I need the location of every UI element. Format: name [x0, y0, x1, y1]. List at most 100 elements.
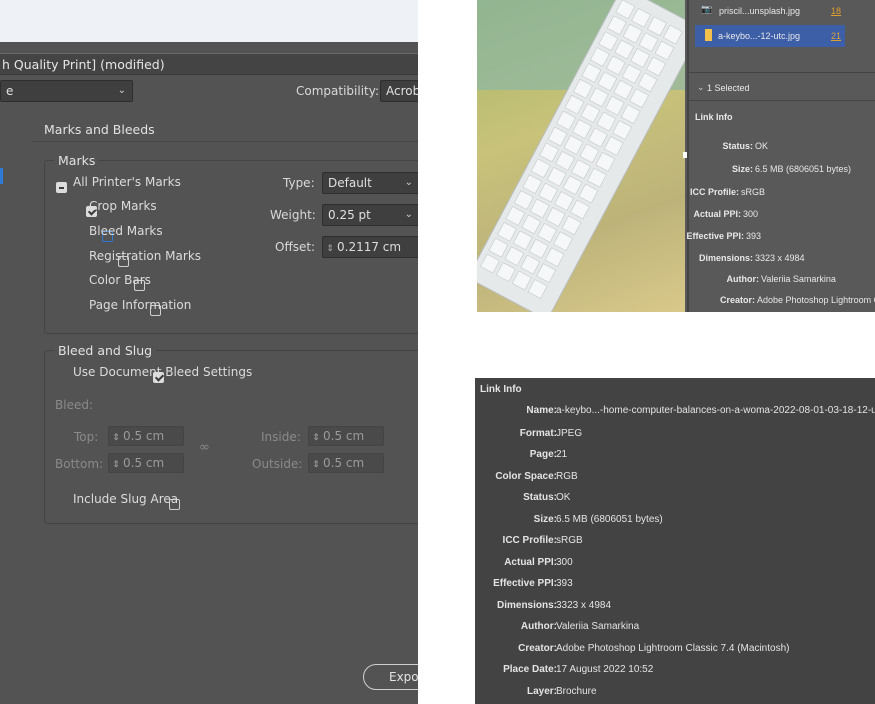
selection-count: 1 Selected — [707, 83, 750, 93]
bottom-bleed-input[interactable]: ⇕ 0.5 cm — [108, 453, 184, 473]
info-key: Name: — [526, 405, 557, 416]
weight-label: Weight: — [270, 208, 316, 222]
links-panel-screenshot: 📷 priscil...unsplash.jpg 18 a-keybo...-1… — [477, 0, 875, 312]
section-divider — [32, 141, 418, 142]
bottom-bleed-value: 0.5 cm — [123, 456, 165, 470]
info-value: sRGB — [556, 535, 583, 546]
info-value: 300 — [556, 557, 573, 568]
link-info-panel: Link Info Name: a-keybo...-home-computer… — [475, 378, 875, 704]
link-page[interactable]: 18 — [831, 6, 841, 16]
compatibility-label: Compatibility: — [296, 84, 380, 98]
link-filename: a-keybo...-12-utc.jpg — [718, 31, 801, 41]
info-key: ICC Profile: — [689, 187, 739, 197]
top-label: Top: — [74, 430, 99, 444]
info-value: 393 — [556, 578, 573, 589]
info-key: Layer: — [526, 686, 557, 697]
keyboard-photo — [477, 0, 685, 312]
info-value: Adobe Photoshop Lightroom Classic 7.4 (M… — [556, 643, 790, 654]
include-slug-label: Include Slug Area — [73, 492, 179, 506]
outside-bleed-value: 0.5 cm — [323, 456, 365, 470]
info-key: Page: — [529, 449, 557, 460]
info-value: Adobe Photoshop Lightroom Classic 7.4 ( — [757, 295, 875, 305]
bleed-label: Bleed: — [55, 398, 93, 412]
use-document-bleed-label: Use Document Bleed Settings — [73, 365, 253, 379]
link-filename: priscil...unsplash.jpg — [719, 6, 801, 16]
image-file-icon: 📷 — [701, 4, 713, 14]
top-bleed-value: 0.5 cm — [123, 429, 165, 443]
links-panel: 📷 priscil...unsplash.jpg 18 a-keybo...-1… — [686, 0, 875, 312]
export-button[interactable]: Expo — [363, 664, 418, 690]
export-button-label: Expo — [389, 670, 418, 684]
stepper-icon[interactable]: ⇕ — [109, 456, 123, 474]
top-bleed-input[interactable]: ⇕ 0.5 cm — [108, 426, 184, 446]
info-key: ICC Profile: — [502, 535, 557, 546]
weight-value: 0.25 pt — [328, 208, 371, 222]
type-label: Type: — [283, 176, 315, 190]
info-value: 300 — [743, 209, 759, 219]
info-key: Effective PPI: — [493, 578, 557, 589]
info-key: Effective PPI: — [686, 231, 744, 241]
type-select[interactable]: Default ⌄ — [322, 172, 418, 194]
preset-title: h Quality Print] (modified) — [0, 53, 418, 75]
info-value: 17 August 2022 10:52 — [556, 664, 654, 675]
offset-value: 0.2117 cm — [337, 240, 402, 254]
info-key: Author: — [520, 621, 557, 632]
standard-select-value: e — [6, 84, 14, 98]
info-key: Actual PPI: — [693, 209, 741, 219]
compatibility-select[interactable]: Acroba — [380, 80, 418, 102]
section-title: Marks and Bleeds — [44, 122, 155, 137]
link-row[interactable]: 📷 priscil...unsplash.jpg 18 — [689, 0, 875, 24]
all-printers-marks-checkbox[interactable] — [56, 182, 67, 193]
type-value: Default — [328, 176, 372, 190]
dialog-top-strip — [0, 0, 418, 42]
info-value: sRGB — [741, 187, 766, 197]
info-key: Status: — [722, 141, 753, 151]
stepper-icon[interactable]: ⇕ — [109, 429, 123, 447]
info-value: Valeriia Samarkina — [761, 274, 836, 284]
info-value: 6.5 MB (6806051 bytes) — [556, 514, 663, 525]
info-key: Dimensions: — [496, 600, 557, 611]
bleed-slug-group-label: Bleed and Slug — [54, 343, 157, 358]
link-row-selected[interactable]: a-keybo...-12-utc.jpg 21 — [695, 25, 845, 47]
chain-link-icon[interactable]: ∞ — [199, 440, 210, 455]
info-value: 3323 x 4984 — [556, 600, 612, 611]
stepper-icon[interactable]: ⇕ — [323, 239, 337, 259]
info-value: 21 — [556, 449, 568, 460]
inside-bleed-input[interactable]: ⇕ 0.5 cm — [308, 426, 384, 446]
info-value: 6.5 MB (6806051 bytes) — [755, 164, 852, 174]
info-key: Author: — [726, 274, 760, 284]
info-key: Actual PPI: — [504, 557, 557, 568]
standard-select[interactable]: e ⌄ — [0, 80, 133, 102]
link-page[interactable]: 21 — [831, 31, 841, 41]
link-info-title: Link Info — [480, 384, 522, 395]
info-key: Place Date: — [503, 664, 557, 675]
panel-divider — [689, 100, 875, 101]
info-value: OK — [755, 141, 769, 151]
compatibility-value: Acroba — [386, 84, 418, 98]
export-pdf-dialog: h Quality Print] (modified) e ⌄ Compatib… — [0, 0, 418, 704]
outside-bleed-input[interactable]: ⇕ 0.5 cm — [308, 453, 384, 473]
stepper-icon[interactable]: ⇕ — [309, 456, 323, 474]
info-value: a-keybo...-home-computer-balances-on-a-w… — [556, 405, 875, 416]
link-info-title: Link Info — [695, 112, 733, 122]
offset-input[interactable]: ⇕ 0.2117 cm — [322, 236, 418, 258]
info-key: Size: — [533, 514, 557, 525]
all-printers-marks-label: All Printer's Marks — [73, 175, 181, 189]
category-selection-indicator — [0, 168, 3, 184]
image-file-icon — [705, 29, 712, 41]
bleed-marks-label: Bleed Marks — [89, 224, 163, 238]
inside-label: Inside: — [261, 430, 301, 444]
chevron-down-icon: ⌄ — [404, 209, 413, 220]
info-value: 3323 x 4984 — [755, 253, 805, 263]
registration-marks-label: Registration Marks — [89, 249, 202, 263]
bottom-label: Bottom: — [55, 457, 104, 471]
crop-marks-label: Crop Marks — [89, 199, 157, 213]
weight-select[interactable]: 0.25 pt ⌄ — [322, 204, 418, 226]
info-value: Brochure — [556, 686, 597, 697]
color-bars-label: Color Bars — [89, 273, 151, 287]
stepper-icon[interactable]: ⇕ — [309, 429, 323, 447]
info-key: Format: — [519, 428, 557, 439]
marks-group-label: Marks — [54, 153, 100, 168]
info-key: Creator: — [719, 295, 755, 305]
chevron-down-icon[interactable]: ⌄ — [697, 82, 705, 93]
